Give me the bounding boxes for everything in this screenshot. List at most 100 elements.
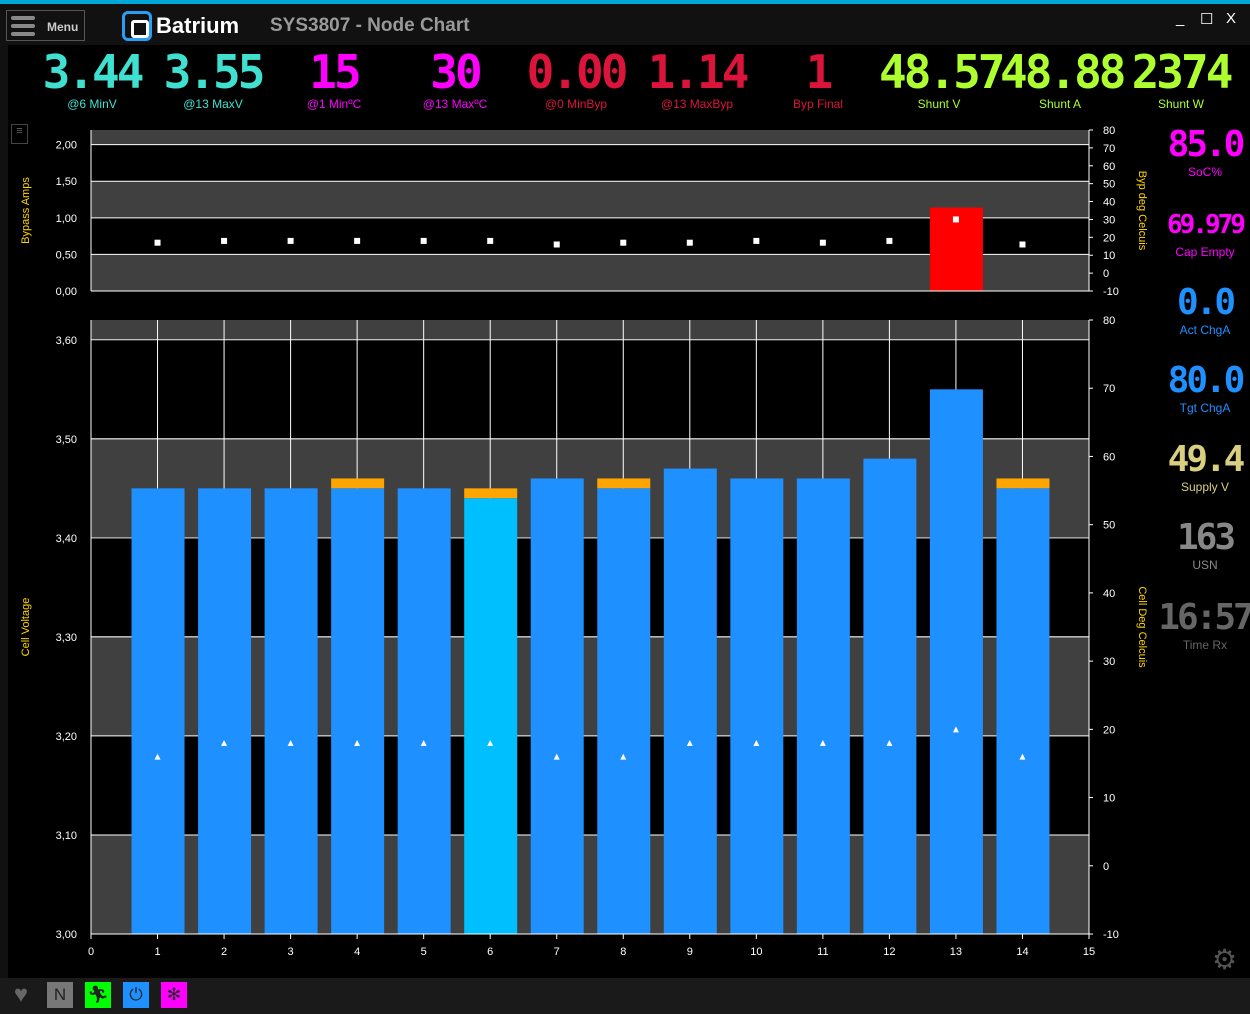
metric-value: 48.88 xyxy=(1000,45,1126,99)
y2-tick-label: 80 xyxy=(1103,315,1115,327)
side-metric-label: Time Rx xyxy=(1182,638,1228,652)
bypass-temp-point xyxy=(753,237,760,244)
plug-icon[interactable]: ⏻ xyxy=(123,982,149,1008)
cell-voltage-bar xyxy=(131,488,185,934)
y2-tick-label: 50 xyxy=(1103,179,1115,191)
x-tick-label: 15 xyxy=(1083,946,1095,958)
metric-value: 1.14 xyxy=(647,45,750,99)
cell-voltage-bar xyxy=(264,488,318,934)
cell-voltage-bar xyxy=(464,498,518,934)
cell-voltage-bar xyxy=(730,478,784,934)
y2-tick-label: 70 xyxy=(1103,383,1115,395)
bypass-temp-point xyxy=(1019,241,1026,248)
side-metric-label: USN xyxy=(1192,558,1218,572)
x-tick-label: 3 xyxy=(288,946,294,958)
y2-tick-label: 0 xyxy=(1103,861,1109,873)
x-tick-label: 12 xyxy=(883,946,895,958)
side-metric-label: Act ChgA xyxy=(1179,323,1231,337)
grid-band xyxy=(91,130,1089,145)
y-tick-label: 1,00 xyxy=(56,213,77,225)
menu-button[interactable]: Menu xyxy=(6,10,85,41)
cell-voltage-bar xyxy=(331,488,385,934)
title-bar: Menu Batrium SYS3807 - Node Chart _ ☐ X xyxy=(0,4,1250,45)
menu-label: Menu xyxy=(47,20,79,34)
bypass-temp-point xyxy=(620,239,627,246)
y2-tick-label: 60 xyxy=(1103,451,1115,463)
side-metric-label: SoC% xyxy=(1187,165,1222,179)
grid-band xyxy=(91,320,1089,339)
metric-label: @13 MaxByp xyxy=(660,97,734,111)
close-button[interactable]: X xyxy=(1226,10,1236,27)
bypass-temp-point xyxy=(487,237,494,244)
network-icon[interactable]: N xyxy=(47,982,73,1008)
y2-tick-label: 10 xyxy=(1103,793,1115,805)
y-tick-label: 3,30 xyxy=(56,632,77,644)
y2-tick-label: 30 xyxy=(1103,214,1115,226)
cell-upper-bar xyxy=(597,478,651,489)
y2-tick-label: -10 xyxy=(1103,929,1119,941)
bypass-temp-point xyxy=(819,239,826,246)
metric-label: @0 MinByp xyxy=(544,97,608,111)
x-tick-label: 9 xyxy=(687,946,693,958)
x-tick-label: 2 xyxy=(221,946,227,958)
y-tick-label: 0,50 xyxy=(56,249,77,261)
x-tick-label: 10 xyxy=(750,946,762,958)
brand-name: Batrium xyxy=(156,13,240,38)
y-axis-label: Bypass Amps xyxy=(20,177,32,244)
y-tick-label: 3,60 xyxy=(56,335,77,347)
metric-display: 30 @13 MaxºC xyxy=(395,47,515,111)
y2-axis-label: Cell Deg Celcuis xyxy=(1136,586,1148,668)
cell-voltage-bar xyxy=(597,488,651,934)
metric-label: Shunt W xyxy=(1157,97,1205,111)
cell-upper-bar xyxy=(331,478,385,489)
x-tick-label: 6 xyxy=(487,946,493,958)
metric-display: 0.00 @0 MinByp xyxy=(516,47,636,111)
brand-logo: Batrium xyxy=(122,11,239,41)
bypass-temp-point xyxy=(354,237,361,244)
y2-axis-label: Byp deg Celcuis xyxy=(1136,171,1148,251)
metric-label: @13 MaxºC xyxy=(422,97,488,111)
metric-value: 30 xyxy=(430,45,482,99)
maximize-button[interactable]: ☐ xyxy=(1200,10,1213,28)
minimize-button[interactable]: _ xyxy=(1176,10,1184,27)
side-metric-display: 49.4 Supply V xyxy=(1155,439,1250,495)
side-metric-label: Supply V xyxy=(1180,480,1230,494)
side-metric-display: 163 USN xyxy=(1155,518,1250,573)
y-tick-label: 1,50 xyxy=(56,176,77,188)
running-icon[interactable]: 🏃︎ xyxy=(85,982,111,1008)
settings-gear-icon[interactable]: ⚙ xyxy=(1212,943,1237,976)
fan-icon[interactable]: ✻ xyxy=(161,982,187,1008)
x-tick-label: 4 xyxy=(354,946,360,958)
y-tick-label: 3,20 xyxy=(56,731,77,743)
y-tick-label: 3,00 xyxy=(56,929,77,941)
side-metric-value: 69.979 xyxy=(1167,210,1246,240)
cell-voltage-bar xyxy=(929,389,983,934)
side-metric-value: 80.0 xyxy=(1167,360,1246,401)
y2-tick-label: 70 xyxy=(1103,143,1115,155)
status-bar: ♥ N 🏃︎ ⏻ ✻ xyxy=(0,978,1250,1014)
side-metric-label: Tgt ChgA xyxy=(1179,401,1231,415)
y2-tick-label: 50 xyxy=(1103,520,1115,532)
side-metric-value: 0.0 xyxy=(1176,282,1236,323)
metric-label: Byp Final xyxy=(792,97,844,111)
y2-tick-label: 40 xyxy=(1103,588,1115,600)
heart-icon[interactable]: ♥ xyxy=(8,981,34,1008)
y-tick-label: 0,00 xyxy=(56,286,77,298)
metric-display: 3.44 @6 MinV xyxy=(32,47,152,111)
metric-label: @6 MinV xyxy=(67,97,117,111)
metric-value: 3.44 xyxy=(42,45,145,99)
metric-value: 48.57 xyxy=(879,45,1005,99)
side-metric-value: 49.4 xyxy=(1167,439,1246,480)
bypass-temp-point xyxy=(952,216,959,223)
side-metric-display: 0.0 Act ChgA xyxy=(1155,282,1250,338)
y-tick-label: 3,10 xyxy=(56,830,77,842)
metric-value: 0.00 xyxy=(526,45,629,99)
cell-upper-bar xyxy=(464,488,518,499)
cell-voltage-bar xyxy=(530,478,584,934)
y-tick-label: 3,50 xyxy=(56,434,77,446)
cell-voltage-bar xyxy=(863,458,917,934)
x-tick-label: 13 xyxy=(950,946,962,958)
x-tick-label: 1 xyxy=(154,946,160,958)
metric-display: 1 Byp Final xyxy=(758,47,878,111)
y2-tick-label: 0 xyxy=(1103,268,1109,280)
